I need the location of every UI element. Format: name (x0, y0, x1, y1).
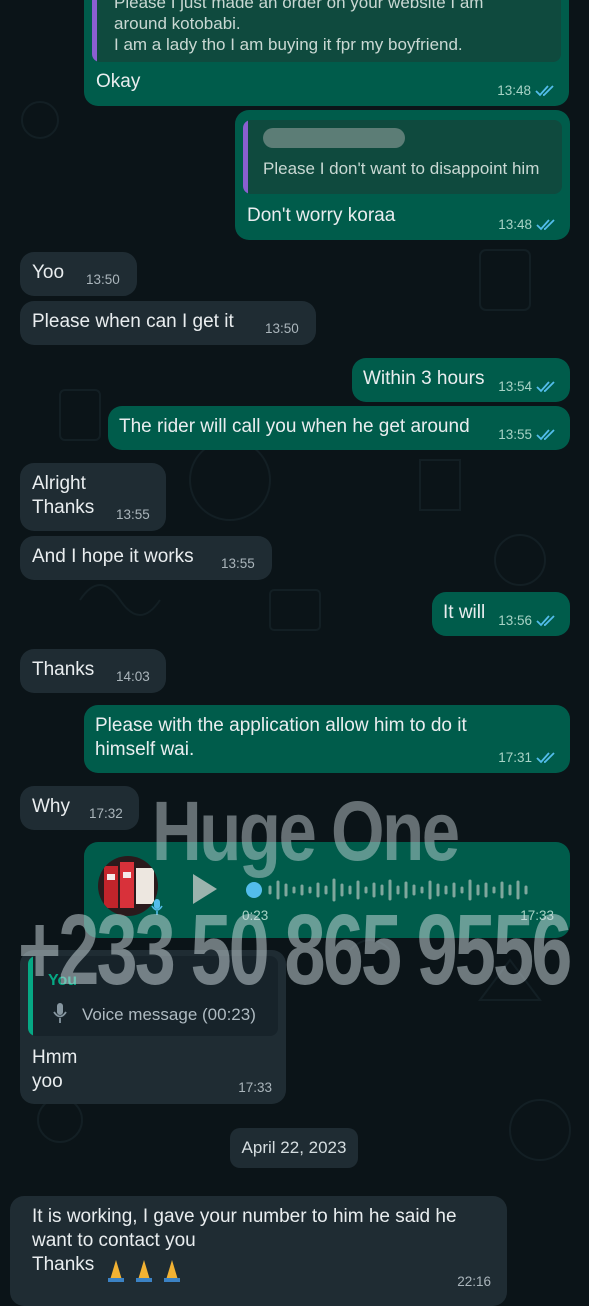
message-text: Okay (96, 71, 141, 92)
message-incoming[interactable]: It is working, I gave your number to him… (10, 1196, 507, 1306)
message-incoming[interactable]: Yoo 13:50 (20, 252, 137, 296)
quoted-message[interactable]: Please I don't want to disappoint him (243, 120, 562, 194)
watermark-name: Huge One (152, 784, 460, 878)
quote-accent-bar (243, 120, 248, 194)
double-check-icon (536, 751, 555, 763)
message-meta: 13:55 (498, 427, 558, 442)
message-meta: 13:48 (498, 217, 558, 232)
quote-accent-bar (92, 0, 97, 62)
message-outgoing[interactable]: Please I just made an order on your webs… (84, 0, 569, 106)
message-meta: 17:31 (498, 750, 558, 765)
message-outgoing[interactable]: Please with the application allow him to… (84, 705, 570, 773)
folded-hands-emoji (108, 1260, 180, 1282)
message-outgoing[interactable]: Within 3 hours 13:54 (352, 358, 570, 402)
message-time: 17:31 (498, 750, 532, 765)
message-text: Hmm yoo (32, 1047, 78, 1092)
message-time: 17:33 (238, 1080, 272, 1095)
message-text: Alright Thanks (32, 473, 95, 518)
message-time: 14:03 (116, 669, 150, 684)
quoted-text: Please I don't want to disappoint him (263, 159, 540, 178)
message-text: It will (443, 602, 486, 623)
message-text: Within 3 hours (363, 368, 485, 389)
double-check-icon (535, 84, 554, 96)
message-time: 17:32 (89, 806, 123, 821)
message-meta: 13:56 (498, 613, 558, 628)
message-text: Yoo (32, 262, 65, 283)
message-text: The rider will call you when he get arou… (119, 416, 470, 437)
message-incoming[interactable]: Why 17:32 (20, 786, 139, 830)
double-check-icon (536, 614, 555, 626)
message-meta: 13:54 (498, 379, 558, 394)
chat-area[interactable]: Please I just made an order on your webs… (0, 0, 589, 1306)
message-time: 13:50 (265, 321, 299, 336)
quoted-text: Voice message (00:23) (82, 1005, 256, 1024)
message-text: And I hope it works (32, 546, 194, 567)
date-divider: April 22, 2023 (230, 1128, 358, 1168)
message-text: Why (32, 796, 70, 817)
message-incoming[interactable]: And I hope it works 13:55 (20, 536, 272, 580)
watermark-phone: +233 50 865 9556 (18, 894, 572, 1006)
message-outgoing[interactable]: Please I don't want to disappoint him Do… (235, 110, 570, 240)
message-text: Please when can I get it (32, 311, 234, 332)
message-text: It is working, I gave your number to him… (32, 1206, 457, 1275)
double-check-icon (536, 428, 555, 440)
message-time: 13:50 (86, 272, 120, 287)
message-meta: 13:48 (497, 83, 557, 98)
message-outgoing[interactable]: It will 13:56 (432, 592, 570, 636)
message-text: Don't worry koraa (247, 205, 396, 226)
message-incoming[interactable]: Thanks 14:03 (20, 649, 166, 693)
message-text: Thanks (32, 659, 95, 680)
message-text: Please with the application allow him to… (95, 715, 467, 760)
blurred-author (263, 128, 405, 148)
message-time: 13:48 (497, 83, 531, 98)
double-check-icon (536, 218, 555, 230)
message-time: 13:54 (498, 379, 532, 394)
message-time: 13:55 (221, 556, 255, 571)
message-incoming[interactable]: Alright Thanks 13:55 (20, 463, 166, 531)
quoted-message[interactable]: Please I just made an order on your webs… (92, 0, 561, 62)
message-time: 13:55 (498, 427, 532, 442)
quoted-text: Please I just made an order on your webs… (114, 0, 484, 54)
double-check-icon (536, 380, 555, 392)
message-time: 13:56 (498, 613, 532, 628)
message-time: 22:16 (457, 1274, 491, 1289)
message-incoming[interactable]: Please when can I get it 13:50 (20, 301, 316, 345)
message-time: 13:55 (116, 507, 150, 522)
message-outgoing[interactable]: The rider will call you when he get arou… (108, 406, 570, 450)
message-time: 13:48 (498, 217, 532, 232)
